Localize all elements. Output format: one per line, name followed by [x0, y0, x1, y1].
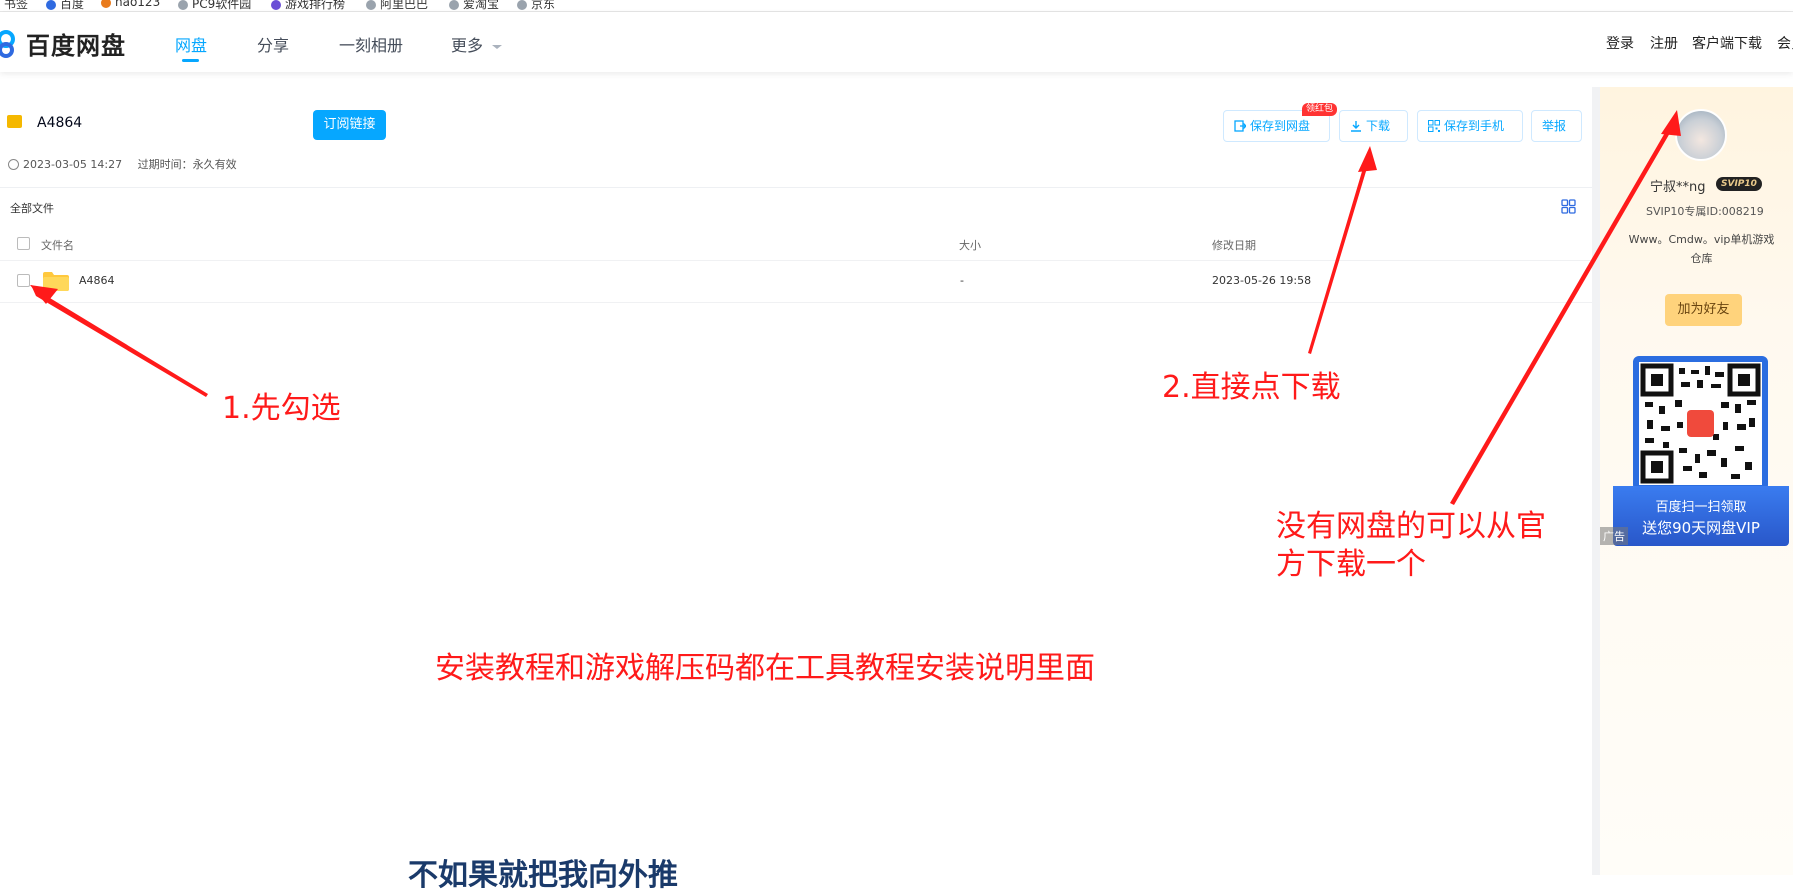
qr-code-icon: [1640, 363, 1761, 484]
bookmark-label: 游戏排行榜: [285, 0, 346, 11]
bookmark-item[interactable]: 书签: [4, 0, 29, 11]
report-button[interactable]: 举报: [1531, 110, 1582, 142]
ad-banner[interactable]: 百度扫一扫领取 送您90天网盘VIP: [1613, 356, 1789, 546]
login-link[interactable]: 登录: [1606, 33, 1634, 53]
save-to-pan-label: 保存到网盘: [1250, 119, 1311, 133]
save-export-icon: [1234, 120, 1246, 132]
subscribe-link-button[interactable]: 订阅链接: [313, 110, 386, 140]
bookmark-label: 百度: [60, 0, 85, 11]
nav-active-indicator: [182, 59, 199, 62]
globe-icon: [366, 0, 376, 10]
nav-yike-album[interactable]: 一刻相册: [339, 32, 403, 56]
nav-more[interactable]: 更多: [451, 32, 503, 56]
ad-qr-code: [1633, 356, 1768, 491]
ad-caption: 百度扫一扫领取 送您90天网盘VIP: [1613, 486, 1789, 546]
client-download-link[interactable]: 客户端下载: [1692, 33, 1762, 53]
bookmark-label: PC9软件园: [192, 0, 252, 11]
share-meta: 2023-03-05 14:27 过期时间：永久有效: [8, 156, 237, 172]
hao123-icon: [101, 0, 111, 8]
chevron-down-icon: [492, 44, 503, 49]
share-expire: 过期时间：永久有效: [137, 158, 237, 171]
svip-badge: SVIP10: [1716, 177, 1762, 191]
bookmark-item[interactable]: 游戏排行榜: [271, 0, 346, 11]
sharer-vip-id: SVIP10专属ID:008219: [1646, 205, 1764, 218]
bookmark-item[interactable]: PC9软件园: [178, 0, 252, 11]
bookmark-label: hao123: [115, 0, 161, 9]
member-link[interactable]: 会员: [1777, 33, 1793, 53]
report-label: 举报: [1542, 119, 1567, 133]
nav-more-label: 更多: [451, 36, 484, 55]
grid-view-icon[interactable]: [1561, 199, 1576, 214]
bookmark-label: 京东: [531, 0, 556, 11]
save-to-phone-button[interactable]: 保存到手机: [1417, 110, 1523, 142]
annotation-no-pan: 没有网盘的可以从官 方下载一个: [1276, 508, 1546, 583]
bookmarks-bar: 书签 百度 hao123 PC9软件园 游戏排行榜 阿里巴巴 爱淘宝 京东: [0, 0, 1793, 12]
divider: [0, 302, 1592, 303]
nav-share[interactable]: 分享: [257, 32, 289, 56]
game-icon: [271, 0, 281, 10]
red-packet-badge[interactable]: 领红包: [1302, 103, 1338, 116]
nav-netdisk[interactable]: 网盘: [175, 32, 207, 56]
bookmark-item[interactable]: hao123: [101, 0, 160, 9]
folder-icon: [7, 115, 22, 128]
add-friend-button[interactable]: 加为好友: [1665, 294, 1742, 326]
annotation-step2: 2.直接点下载: [1162, 370, 1341, 405]
divider: [0, 260, 1592, 261]
globe-icon: [517, 0, 527, 10]
folder-icon: [43, 272, 69, 291]
row-checkbox[interactable]: [17, 274, 30, 287]
divider: [0, 187, 1592, 188]
logo-text[interactable]: 百度网盘: [26, 26, 126, 61]
column-header-size[interactable]: 大小: [959, 237, 981, 253]
annotation-install-note: 安装教程和游戏解压码都在工具教程安装说明里面: [435, 651, 1095, 686]
baidu-icon: [46, 0, 56, 10]
sharer-username: 宁叔**ng: [1650, 180, 1706, 195]
bookmark-label: 书签: [4, 0, 29, 11]
bookmark-label: 爱淘宝: [463, 0, 500, 11]
bookmark-item[interactable]: 爱淘宝: [449, 0, 500, 11]
file-name[interactable]: A4864: [79, 274, 115, 287]
clock-icon: [8, 159, 19, 170]
save-to-phone-label: 保存到手机: [1444, 119, 1505, 133]
share-created-time: 2023-03-05 14:27: [23, 158, 123, 171]
share-main-panel: [0, 87, 1592, 875]
bottom-partial-text: 不如果就把我向外推: [408, 858, 678, 893]
ad-line1: 百度扫一扫领取: [1655, 500, 1747, 515]
ad-tag: 广告: [1600, 527, 1628, 545]
column-header-modified[interactable]: 修改日期: [1212, 237, 1256, 253]
breadcrumb-all-files[interactable]: 全部文件: [10, 200, 54, 216]
file-modified: 2023-05-26 19:58: [1212, 274, 1312, 287]
sharer-description: Www。Cmdw。vip单机游戏仓库: [1628, 233, 1775, 265]
select-all-checkbox[interactable]: [17, 237, 30, 250]
share-folder-title: A4864: [37, 115, 83, 131]
column-header-name[interactable]: 文件名: [41, 237, 74, 253]
download-icon: [1351, 121, 1361, 132]
bookmark-item[interactable]: 百度: [46, 0, 85, 11]
bookmark-label: 阿里巴巴: [380, 0, 429, 11]
bookmark-item[interactable]: 京东: [517, 0, 556, 11]
register-link[interactable]: 注册: [1650, 33, 1678, 53]
file-size: -: [960, 274, 964, 287]
download-button[interactable]: 下载: [1339, 110, 1408, 142]
top-header: 百度网盘 网盘 分享 一刻相册 更多 登录 注册 客户端下载 会员: [0, 12, 1793, 72]
globe-icon: [449, 0, 459, 10]
globe-icon: [178, 0, 188, 10]
ad-line2: 送您90天网盘VIP: [1642, 519, 1760, 537]
baidu-pan-logo-icon: [0, 30, 15, 58]
download-label: 下载: [1366, 119, 1391, 133]
annotation-step1: 1.先勾选: [222, 391, 341, 426]
bookmark-item[interactable]: 阿里巴巴: [366, 0, 429, 11]
annotation-no-pan-line2: 方下载一个: [1276, 546, 1426, 582]
avatar[interactable]: [1675, 109, 1727, 161]
qr-code-icon: [1428, 120, 1440, 132]
annotation-no-pan-line1: 没有网盘的可以从官: [1276, 509, 1546, 544]
panel-divider: [1592, 87, 1600, 875]
